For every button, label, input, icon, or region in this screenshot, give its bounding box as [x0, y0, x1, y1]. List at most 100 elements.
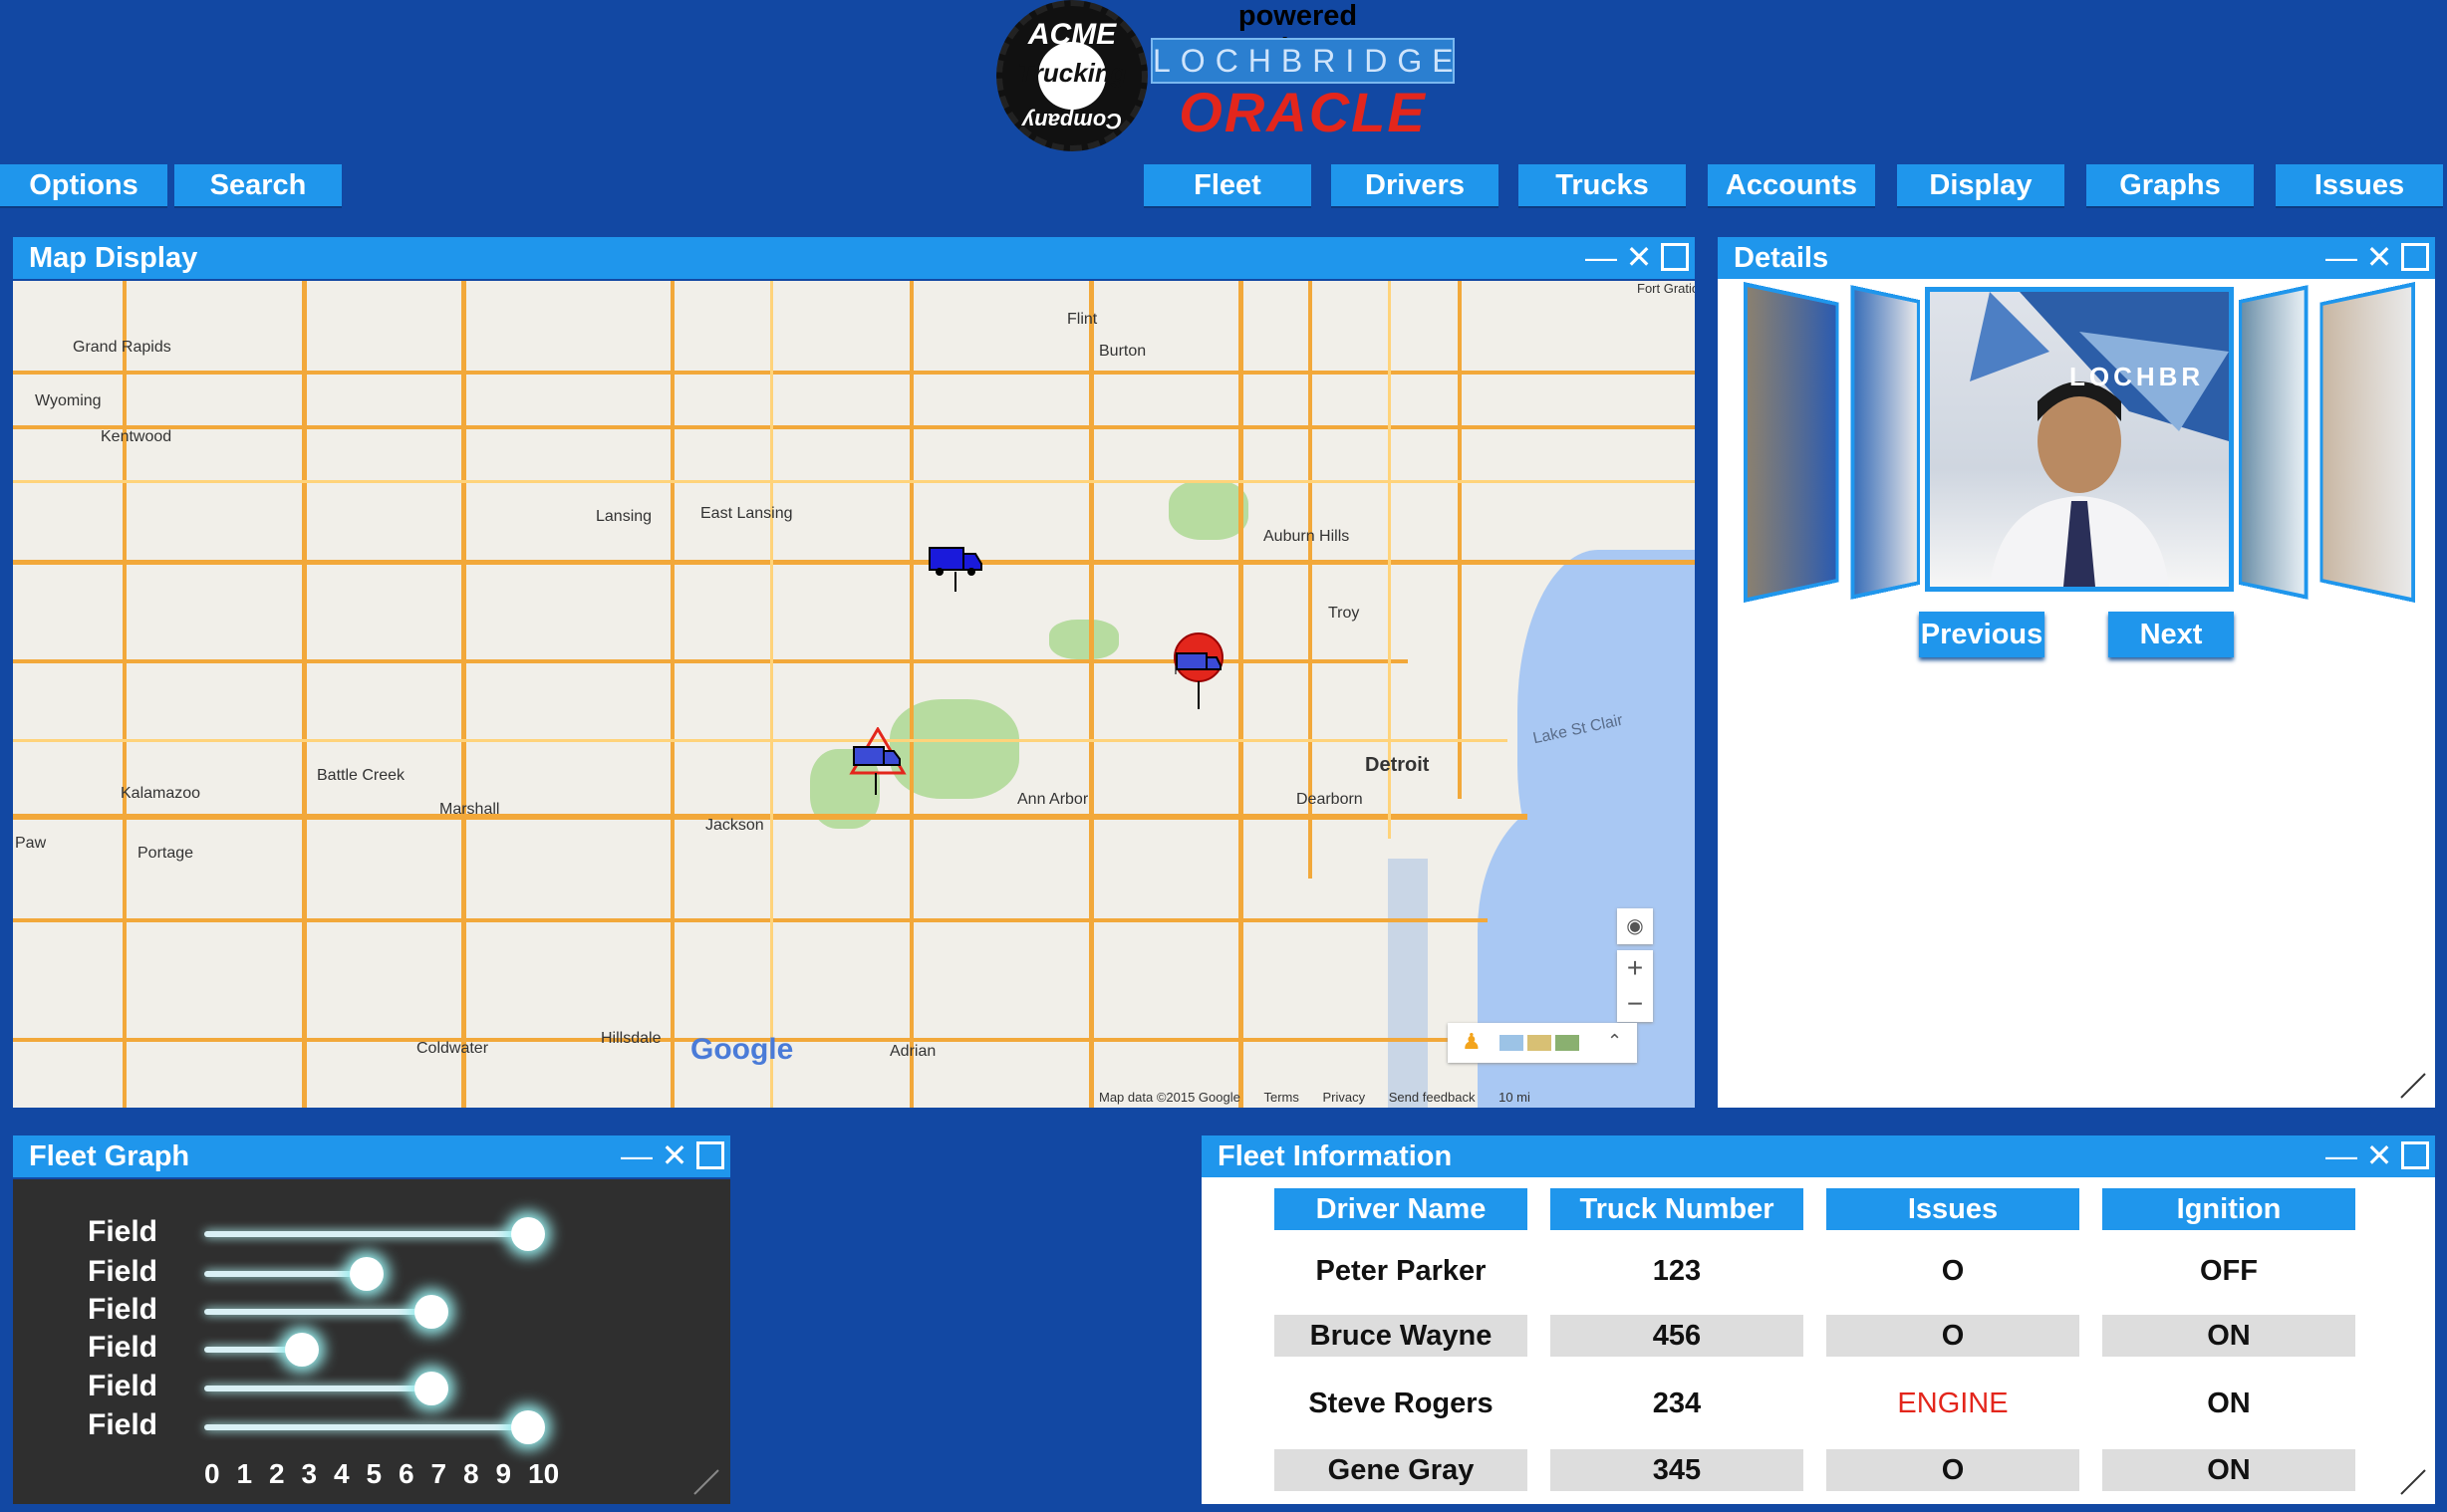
- privacy-link[interactable]: Privacy: [1323, 1090, 1366, 1105]
- table-cell[interactable]: O: [1826, 1315, 2079, 1357]
- city-label: Kentwood: [101, 428, 172, 445]
- column-header[interactable]: Issues: [1826, 1188, 2079, 1230]
- graph-slider-knob[interactable]: [413, 1295, 448, 1329]
- carousel-photo-active[interactable]: LOCHBR: [1925, 287, 2234, 592]
- maximize-icon[interactable]: [696, 1141, 724, 1169]
- graph-axis-tick: 4: [334, 1458, 350, 1489]
- close-icon[interactable]: ✕: [1623, 241, 1655, 273]
- minimize-icon[interactable]: —: [2325, 241, 2357, 273]
- column-header[interactable]: Driver Name: [1274, 1188, 1527, 1230]
- resize-handle-icon[interactable]: [2399, 1072, 2427, 1100]
- graph-bar: [204, 1231, 528, 1237]
- table-cell[interactable]: Peter Parker: [1274, 1250, 1527, 1292]
- graph-bar: [204, 1309, 431, 1315]
- nav-display-button[interactable]: Display: [1897, 164, 2064, 206]
- table-cell[interactable]: 123: [1550, 1250, 1803, 1292]
- carousel-photo-left-1[interactable]: [1850, 285, 1920, 600]
- fleet-graph-title-text: Fleet Graph: [29, 1140, 190, 1172]
- office-sign-text: LOCHBR: [2069, 362, 2205, 391]
- column-header[interactable]: Ignition: [2102, 1188, 2355, 1230]
- table-cell[interactable]: 234: [1550, 1383, 1803, 1424]
- maximize-icon[interactable]: [2401, 243, 2429, 271]
- google-logo: Google: [690, 1033, 794, 1066]
- table-cell[interactable]: OFF: [2102, 1250, 2355, 1292]
- close-icon[interactable]: ✕: [659, 1139, 690, 1171]
- graph-slider-knob[interactable]: [511, 1410, 545, 1444]
- resize-handle-icon[interactable]: [2399, 1468, 2427, 1496]
- nav-trucks-button[interactable]: Trucks: [1518, 164, 1686, 206]
- previous-button[interactable]: Previous: [1919, 612, 2044, 657]
- zoom-out-button[interactable]: −: [1617, 986, 1653, 1022]
- graph-slider-knob[interactable]: [349, 1257, 384, 1291]
- column-header[interactable]: Truck Number: [1550, 1188, 1803, 1230]
- close-icon[interactable]: ✕: [2363, 241, 2395, 273]
- zoom-in-button[interactable]: +: [1617, 950, 1653, 986]
- truck-alert-marker[interactable]: [848, 726, 908, 802]
- graph-row-label: Field: [88, 1293, 158, 1326]
- graph-slider-knob[interactable]: [413, 1372, 448, 1405]
- map-attribution: Map data ©2015 Google Terms Privacy Send…: [1099, 1090, 1530, 1105]
- minimize-icon[interactable]: —: [621, 1139, 653, 1171]
- city-label: Burton: [1099, 343, 1147, 360]
- pegman-icon[interactable]: ♟: [1462, 1029, 1482, 1055]
- chevron-up-icon[interactable]: ⌃: [1607, 1031, 1622, 1052]
- graph-slider-knob[interactable]: [284, 1333, 319, 1367]
- table-cell[interactable]: ON: [2102, 1315, 2355, 1357]
- satellite-thumb-icon[interactable]: [1499, 1035, 1523, 1051]
- table-cell[interactable]: 456: [1550, 1315, 1803, 1357]
- road: [910, 281, 914, 1108]
- carousel-photo-right-2[interactable]: [2319, 281, 2416, 604]
- minimize-icon[interactable]: —: [1585, 241, 1617, 273]
- minimize-icon[interactable]: —: [2325, 1139, 2357, 1171]
- table-cell[interactable]: O: [1826, 1250, 2079, 1292]
- city-label: Hillsdale: [601, 1030, 662, 1047]
- maximize-icon[interactable]: [1661, 243, 1689, 271]
- table-cell[interactable]: Steve Rogers: [1274, 1383, 1527, 1424]
- nav-fleet-button[interactable]: Fleet: [1144, 164, 1311, 206]
- graph-axis-tick: 10: [528, 1458, 560, 1489]
- city-label: Coldwater: [416, 1040, 489, 1057]
- table-cell[interactable]: ON: [2102, 1449, 2355, 1491]
- truck-marker[interactable]: [928, 542, 983, 597]
- acme-logo: ACME Trucking Company: [996, 0, 1148, 151]
- city-label: Marshall: [439, 801, 500, 818]
- table-cell[interactable]: Bruce Wayne: [1274, 1315, 1527, 1357]
- graph-bar: [204, 1271, 367, 1277]
- table-cell[interactable]: ENGINE: [1826, 1383, 2079, 1424]
- road: [13, 480, 1695, 483]
- next-button[interactable]: Next: [2108, 612, 2234, 657]
- map-panel-title: Map Display — ✕: [13, 237, 1695, 279]
- table-cell[interactable]: O: [1826, 1449, 2079, 1491]
- city-label: Troy: [1328, 605, 1360, 622]
- table-cell[interactable]: Gene Gray: [1274, 1449, 1527, 1491]
- table-cell[interactable]: 345: [1550, 1449, 1803, 1491]
- maximize-icon[interactable]: [2401, 1141, 2429, 1169]
- options-button[interactable]: Options: [0, 164, 167, 206]
- nav-accounts-button[interactable]: Accounts: [1708, 164, 1875, 206]
- nav-graphs-button[interactable]: Graphs: [2086, 164, 2254, 206]
- carousel-photo-left-2[interactable]: [1743, 281, 1839, 604]
- search-button[interactable]: Search: [174, 164, 342, 206]
- truck-speed-marker[interactable]: [1169, 631, 1228, 716]
- graph-slider-knob[interactable]: [511, 1217, 545, 1251]
- graph-row-label: Field: [88, 1370, 158, 1402]
- carousel-photo-right-1[interactable]: [2239, 285, 2309, 600]
- my-location-icon[interactable]: ◉: [1617, 908, 1653, 944]
- road: [13, 739, 1507, 742]
- resize-handle-icon[interactable]: [692, 1468, 720, 1496]
- details-panel-title: Details — ✕: [1718, 237, 2435, 279]
- terms-link[interactable]: Terms: [1263, 1090, 1298, 1105]
- close-icon[interactable]: ✕: [2363, 1139, 2395, 1171]
- map-type-toolbar[interactable]: ♟ ⌃: [1448, 1023, 1637, 1063]
- send-feedback-link[interactable]: Send feedback: [1389, 1090, 1476, 1105]
- fleet-info-title: Fleet Information — ✕: [1202, 1135, 2435, 1177]
- map-thumb-icon[interactable]: [1555, 1035, 1579, 1051]
- logo-trucking-text: Trucking: [1017, 58, 1127, 88]
- table-cell[interactable]: ON: [2102, 1383, 2355, 1424]
- city-label: Dearborn: [1296, 791, 1363, 808]
- fleet-graph-chart: Field Field Field Field Field Field 0 1 2 3 4 5 6 7 8 9…: [13, 1179, 730, 1504]
- nav-issues-button[interactable]: Issues: [2276, 164, 2443, 206]
- map-canvas[interactable]: Grand Rapids Wyoming Kentwood Flint Burt…: [13, 281, 1695, 1108]
- terrain-thumb-icon[interactable]: [1527, 1035, 1551, 1051]
- nav-drivers-button[interactable]: Drivers: [1331, 164, 1498, 206]
